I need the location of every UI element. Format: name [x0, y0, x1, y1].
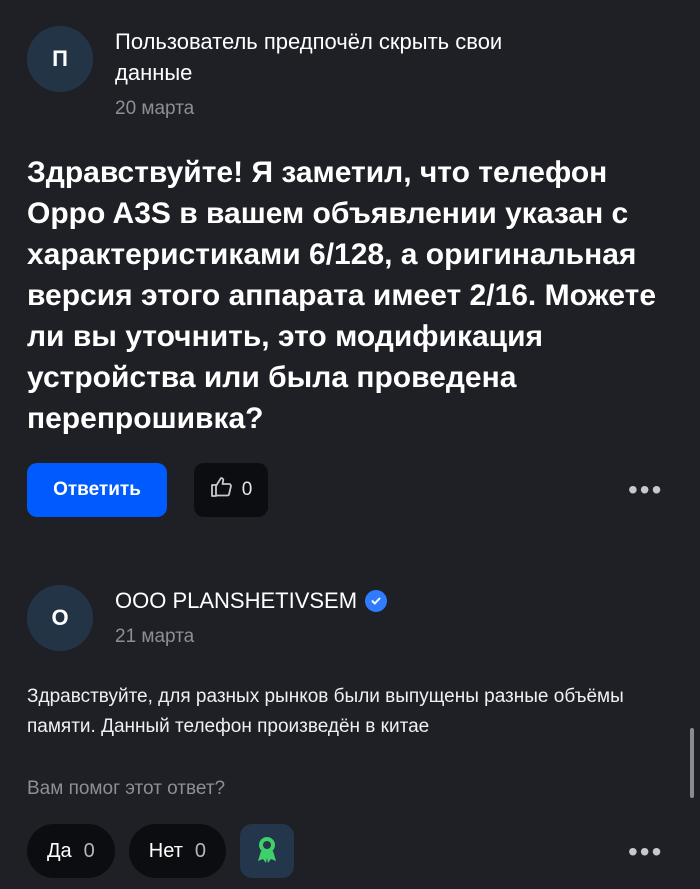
- seller-name[interactable]: ООО PLANSHETIVSEM: [115, 585, 357, 616]
- helped-prompt: Вам помог этот ответ?: [27, 778, 226, 799]
- question-date: 20 марта: [115, 98, 195, 119]
- question-meta: Пользователь предпочёл скрыть свои данны…: [115, 26, 535, 120]
- yes-count: 0: [83, 839, 95, 862]
- no-count: 0: [194, 839, 206, 862]
- award-button[interactable]: [239, 824, 294, 878]
- like-button[interactable]: 0: [194, 463, 268, 517]
- no-label: Нет: [148, 839, 183, 862]
- answer-avatar: О: [27, 585, 93, 651]
- award-ribbon-icon: [254, 834, 280, 869]
- yes-button[interactable]: Да 0: [27, 824, 115, 878]
- no-button[interactable]: Нет 0: [128, 824, 226, 878]
- verified-check-icon: [365, 589, 388, 612]
- thumb-up-icon: [210, 476, 234, 504]
- answer-text: Здравствуйте, для разных рынков были вып…: [27, 686, 624, 737]
- question-text: Здравствуйте! Я заметил, что телефон Opp…: [27, 156, 657, 435]
- yes-label: Да: [47, 839, 72, 862]
- answer-more-button[interactable]: •••: [628, 836, 663, 868]
- answer-meta: ООО PLANSHETIVSEM 21 марта: [115, 585, 388, 651]
- question-actions: Ответить 0: [27, 463, 268, 517]
- seller-name-row: ООО PLANSHETIVSEM: [115, 585, 388, 616]
- answer-date: 21 марта: [115, 626, 195, 647]
- question-more-button[interactable]: •••: [628, 474, 663, 506]
- reply-button[interactable]: Ответить: [27, 463, 167, 517]
- question-avatar: П: [27, 26, 93, 92]
- answer-header: О ООО PLANSHETIVSEM 21 марта: [27, 585, 388, 651]
- question-header: П Пользователь предпочёл скрыть свои дан…: [27, 26, 535, 120]
- like-count: 0: [241, 479, 253, 500]
- scrollbar[interactable]: [690, 728, 694, 798]
- answer-feedback: Да 0 Нет 0: [27, 824, 294, 878]
- question-author: Пользователь предпочёл скрыть свои данны…: [115, 29, 503, 85]
- more-dots-icon: •••: [628, 474, 664, 505]
- more-dots-icon: •••: [628, 836, 664, 867]
